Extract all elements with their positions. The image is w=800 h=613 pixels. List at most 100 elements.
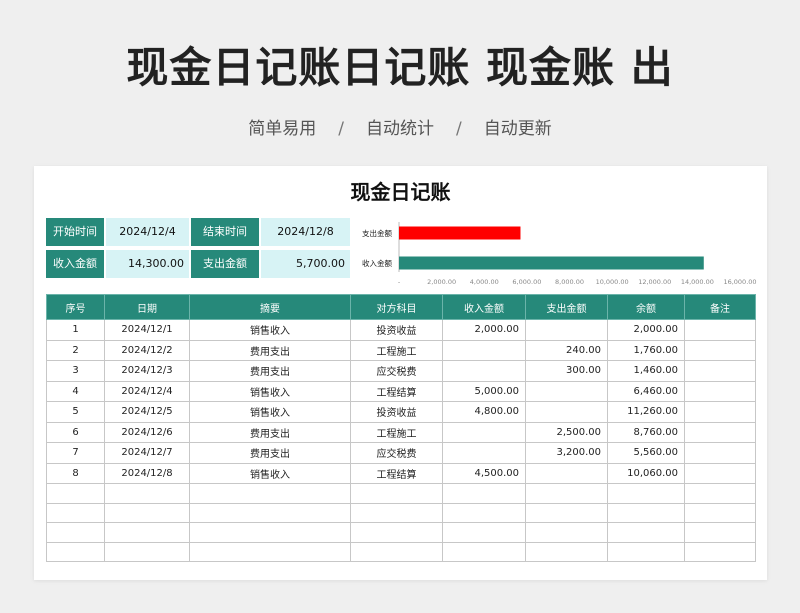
cell-balance[interactable]: 10,060.00 [607, 462, 685, 484]
cell-empty[interactable] [607, 502, 685, 523]
cell-empty[interactable] [104, 541, 190, 562]
cell-empty[interactable] [525, 502, 608, 523]
cell-empty[interactable] [104, 483, 190, 504]
table-row[interactable]: 3 2024/12/3 费用支出 应交税费 300.00 1,460.00 [46, 360, 756, 382]
cell-account[interactable]: 工程结算 [350, 380, 443, 402]
cell-empty[interactable] [350, 483, 443, 504]
cell-summary[interactable]: 费用支出 [189, 360, 351, 382]
cell-note[interactable] [684, 339, 756, 361]
table-row-empty[interactable] [46, 522, 756, 543]
cell-empty[interactable] [189, 483, 351, 504]
cell-no[interactable]: 1 [46, 319, 105, 341]
cell-income[interactable] [442, 421, 526, 443]
cell-empty[interactable] [46, 522, 105, 543]
cell-empty[interactable] [350, 541, 443, 562]
cell-empty[interactable] [46, 502, 105, 523]
cell-summary[interactable]: 销售收入 [189, 319, 351, 341]
cell-empty[interactable] [684, 541, 756, 562]
start-date-value[interactable]: 2024/12/4 [106, 218, 189, 246]
cell-empty[interactable] [684, 522, 756, 543]
cell-balance[interactable]: 6,460.00 [607, 380, 685, 402]
cell-summary[interactable]: 费用支出 [189, 442, 351, 464]
cell-account[interactable]: 应交税费 [350, 360, 443, 382]
cell-empty[interactable] [189, 522, 351, 543]
cell-no[interactable]: 8 [46, 462, 105, 484]
cell-date[interactable]: 2024/12/3 [104, 360, 190, 382]
end-date-value[interactable]: 2024/12/8 [261, 218, 350, 246]
cell-empty[interactable] [189, 541, 351, 562]
cell-income[interactable] [442, 442, 526, 464]
table-row-empty[interactable] [46, 541, 756, 562]
cell-date[interactable]: 2024/12/7 [104, 442, 190, 464]
cell-expense[interactable]: 300.00 [525, 360, 608, 382]
cell-date[interactable]: 2024/12/1 [104, 319, 190, 341]
cell-empty[interactable] [525, 483, 608, 504]
table-row[interactable]: 8 2024/12/8 销售收入 工程结算 4,500.00 10,060.00 [46, 462, 756, 484]
cell-expense[interactable] [525, 462, 608, 484]
cell-empty[interactable] [350, 502, 443, 523]
cell-no[interactable]: 2 [46, 339, 105, 361]
cell-empty[interactable] [46, 483, 105, 504]
cell-date[interactable]: 2024/12/6 [104, 421, 190, 443]
cell-balance[interactable]: 5,560.00 [607, 442, 685, 464]
cell-empty[interactable] [350, 522, 443, 543]
cell-note[interactable] [684, 401, 756, 423]
cell-empty[interactable] [525, 522, 608, 543]
cell-date[interactable]: 2024/12/4 [104, 380, 190, 402]
cell-expense[interactable]: 240.00 [525, 339, 608, 361]
cell-empty[interactable] [46, 541, 105, 562]
cell-empty[interactable] [607, 483, 685, 504]
table-row[interactable]: 6 2024/12/6 费用支出 工程施工 2,500.00 8,760.00 [46, 421, 756, 443]
cell-expense[interactable]: 3,200.00 [525, 442, 608, 464]
table-row-empty[interactable] [46, 483, 756, 504]
cell-empty[interactable] [442, 483, 526, 504]
cell-balance[interactable]: 1,460.00 [607, 360, 685, 382]
cell-empty[interactable] [684, 483, 756, 504]
cell-no[interactable]: 7 [46, 442, 105, 464]
table-row[interactable]: 2 2024/12/2 费用支出 工程施工 240.00 1,760.00 [46, 339, 756, 361]
cell-account[interactable]: 投资收益 [350, 319, 443, 341]
cell-empty[interactable] [442, 502, 526, 523]
cell-empty[interactable] [684, 502, 756, 523]
cell-no[interactable]: 3 [46, 360, 105, 382]
cell-expense[interactable] [525, 401, 608, 423]
cell-summary[interactable]: 销售收入 [189, 401, 351, 423]
cell-balance[interactable]: 1,760.00 [607, 339, 685, 361]
cell-no[interactable]: 5 [46, 401, 105, 423]
cell-empty[interactable] [607, 541, 685, 562]
cell-income[interactable] [442, 339, 526, 361]
cell-empty[interactable] [104, 502, 190, 523]
cell-income[interactable] [442, 360, 526, 382]
cell-summary[interactable]: 费用支出 [189, 421, 351, 443]
cell-expense[interactable] [525, 380, 608, 402]
cell-note[interactable] [684, 380, 756, 402]
cell-empty[interactable] [525, 541, 608, 562]
cell-account[interactable]: 投资收益 [350, 401, 443, 423]
cell-expense[interactable] [525, 319, 608, 341]
cell-account[interactable]: 工程施工 [350, 421, 443, 443]
cell-summary[interactable]: 费用支出 [189, 339, 351, 361]
cell-empty[interactable] [104, 522, 190, 543]
cell-note[interactable] [684, 421, 756, 443]
table-row[interactable]: 7 2024/12/7 费用支出 应交税费 3,200.00 5,560.00 [46, 442, 756, 464]
cell-balance[interactable]: 2,000.00 [607, 319, 685, 341]
cell-account[interactable]: 工程施工 [350, 339, 443, 361]
cell-income[interactable]: 4,500.00 [442, 462, 526, 484]
cell-date[interactable]: 2024/12/8 [104, 462, 190, 484]
cell-date[interactable]: 2024/12/5 [104, 401, 190, 423]
table-row[interactable]: 5 2024/12/5 销售收入 投资收益 4,800.00 11,260.00 [46, 401, 756, 423]
table-row[interactable]: 1 2024/12/1 销售收入 投资收益 2,000.00 2,000.00 [46, 319, 756, 341]
table-row[interactable]: 4 2024/12/4 销售收入 工程结算 5,000.00 6,460.00 [46, 380, 756, 402]
cell-income[interactable]: 5,000.00 [442, 380, 526, 402]
cell-note[interactable] [684, 319, 756, 341]
cell-no[interactable]: 4 [46, 380, 105, 402]
cell-balance[interactable]: 11,260.00 [607, 401, 685, 423]
cell-balance[interactable]: 8,760.00 [607, 421, 685, 443]
cell-empty[interactable] [189, 502, 351, 523]
cell-summary[interactable]: 销售收入 [189, 462, 351, 484]
cell-date[interactable]: 2024/12/2 [104, 339, 190, 361]
cell-empty[interactable] [442, 541, 526, 562]
cell-account[interactable]: 应交税费 [350, 442, 443, 464]
cell-empty[interactable] [607, 522, 685, 543]
cell-note[interactable] [684, 462, 756, 484]
